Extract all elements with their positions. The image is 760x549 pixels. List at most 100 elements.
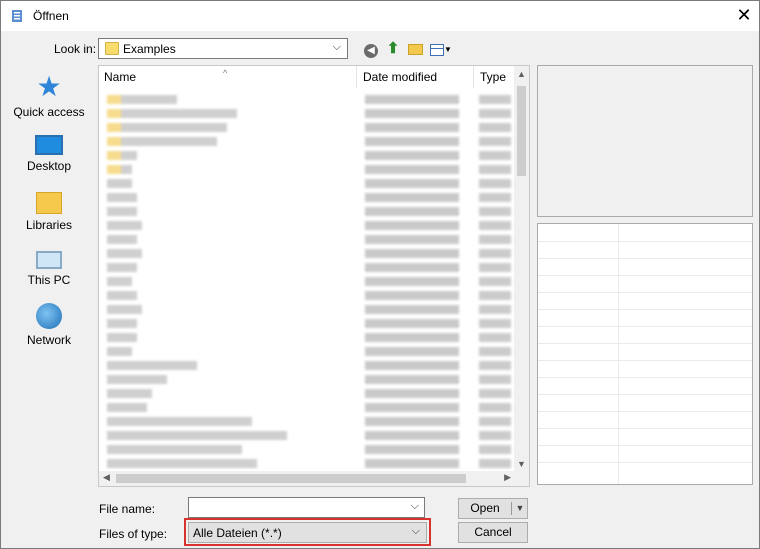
place-libraries[interactable]: Libraries: [5, 188, 93, 244]
redacted-type: [479, 417, 511, 426]
redacted-date: [365, 249, 459, 258]
files-of-type-select[interactable]: Alle Dateien (*.*) ⌵: [188, 522, 427, 543]
file-row[interactable]: [99, 330, 515, 344]
horizontal-scrollbar[interactable]: ◀ ▶: [99, 471, 515, 486]
file-row[interactable]: [99, 372, 515, 386]
desktop-icon: [35, 135, 63, 155]
chevron-down-icon[interactable]: ⌵: [412, 525, 420, 538]
file-row[interactable]: [99, 190, 515, 204]
redacted-file-name: [107, 417, 252, 426]
redacted-date: [365, 333, 459, 342]
close-button[interactable]: ✕: [729, 1, 759, 31]
redacted-date: [365, 403, 459, 412]
file-row[interactable]: [99, 344, 515, 358]
file-row[interactable]: [99, 414, 515, 428]
up-arrow-icon[interactable]: ⬆: [387, 40, 400, 57]
file-row[interactable]: [99, 218, 515, 232]
place-quick-access[interactable]: ★ Quick access: [5, 73, 93, 129]
file-row[interactable]: [99, 120, 515, 134]
grid-line: [538, 258, 752, 259]
redacted-file-name: [107, 291, 137, 300]
redacted-file-name: [107, 361, 197, 370]
vertical-scrollbar[interactable]: ▲ ▼: [514, 66, 529, 472]
file-row[interactable]: [99, 232, 515, 246]
file-row[interactable]: [99, 288, 515, 302]
chevron-down-icon[interactable]: ⌵: [411, 500, 419, 513]
redacted-file-name: [107, 445, 242, 454]
look-in-combo[interactable]: Examples ⌵: [98, 38, 348, 59]
file-row[interactable]: [99, 442, 515, 456]
file-row[interactable]: [99, 274, 515, 288]
redacted-type: [479, 151, 511, 160]
scroll-left-icon[interactable]: ◀: [103, 472, 110, 483]
chevron-down-icon[interactable]: ⌵: [333, 41, 341, 54]
redacted-date: [365, 151, 459, 160]
this-pc-icon: [36, 251, 62, 269]
redacted-date: [365, 417, 459, 426]
cancel-button-label: Cancel: [474, 525, 512, 539]
column-header-type[interactable]: Type: [475, 66, 515, 88]
file-row[interactable]: [99, 386, 515, 400]
grid-line: [538, 241, 752, 242]
redacted-type: [479, 333, 511, 342]
redacted-file-name: [107, 165, 132, 174]
file-row[interactable]: [99, 148, 515, 162]
place-label: This PC: [27, 273, 71, 287]
file-list[interactable]: ^ Name Date modified Type ▲ ▼ ◀ ▶: [98, 65, 530, 487]
redacted-date: [365, 235, 459, 244]
file-row[interactable]: [99, 316, 515, 330]
horizontal-scroll-thumb[interactable]: [116, 474, 466, 483]
redacted-type: [479, 389, 511, 398]
file-row[interactable]: [99, 134, 515, 148]
file-name-input[interactable]: ⌵: [188, 497, 425, 518]
new-folder-button[interactable]: [405, 39, 425, 59]
file-row[interactable]: [99, 162, 515, 176]
up-folder-button[interactable]: ⬆: [383, 39, 403, 59]
network-icon: [36, 303, 62, 329]
place-desktop[interactable]: Desktop: [5, 131, 93, 187]
dropdown-arrow-icon[interactable]: ▼: [444, 45, 452, 54]
column-header-name[interactable]: ^ Name: [99, 66, 357, 88]
scroll-down-icon[interactable]: ▼: [517, 459, 526, 469]
file-row[interactable]: [99, 176, 515, 190]
vertical-scroll-thumb[interactable]: [517, 86, 526, 176]
file-row[interactable]: [99, 260, 515, 274]
close-icon[interactable]: ✕: [736, 5, 751, 25]
grid-line: [538, 292, 752, 293]
scroll-right-icon[interactable]: ▶: [504, 472, 511, 483]
file-row[interactable]: [99, 428, 515, 442]
place-label: Network: [26, 333, 71, 347]
new-folder-icon[interactable]: [407, 44, 423, 55]
view-details-icon[interactable]: [430, 43, 445, 56]
file-row[interactable]: [99, 246, 515, 260]
file-row[interactable]: [99, 106, 515, 120]
file-row[interactable]: [99, 400, 515, 414]
column-header-label: Date modified: [363, 70, 438, 84]
view-menu-button[interactable]: ▼: [428, 39, 454, 59]
open-button[interactable]: Open ▼: [458, 498, 528, 519]
redacted-date: [365, 207, 459, 216]
back-arrow-icon[interactable]: ◀: [364, 44, 378, 58]
place-network[interactable]: Network: [5, 303, 93, 359]
redacted-file-name: [107, 263, 137, 272]
column-header-label: Name: [104, 70, 137, 84]
back-button[interactable]: ◀: [361, 39, 381, 59]
file-row[interactable]: [99, 358, 515, 372]
scroll-up-icon[interactable]: ▲: [517, 69, 526, 79]
redacted-type: [479, 277, 511, 286]
file-row[interactable]: [99, 204, 515, 218]
file-row[interactable]: [99, 92, 515, 106]
redacted-file-name: [107, 151, 137, 160]
place-label: Quick access: [13, 105, 85, 119]
redacted-date: [365, 431, 459, 440]
redacted-type: [479, 95, 511, 104]
redacted-type: [479, 137, 511, 146]
file-row[interactable]: [99, 302, 515, 316]
files-of-type-label: Files of type:: [99, 527, 168, 541]
column-header-date[interactable]: Date modified: [358, 66, 474, 88]
redacted-date: [365, 361, 459, 370]
open-options-arrow-icon[interactable]: ▼: [513, 499, 527, 518]
file-row[interactable]: [99, 456, 515, 470]
place-this-pc[interactable]: This PC: [5, 245, 93, 301]
cancel-button[interactable]: Cancel: [458, 522, 528, 543]
